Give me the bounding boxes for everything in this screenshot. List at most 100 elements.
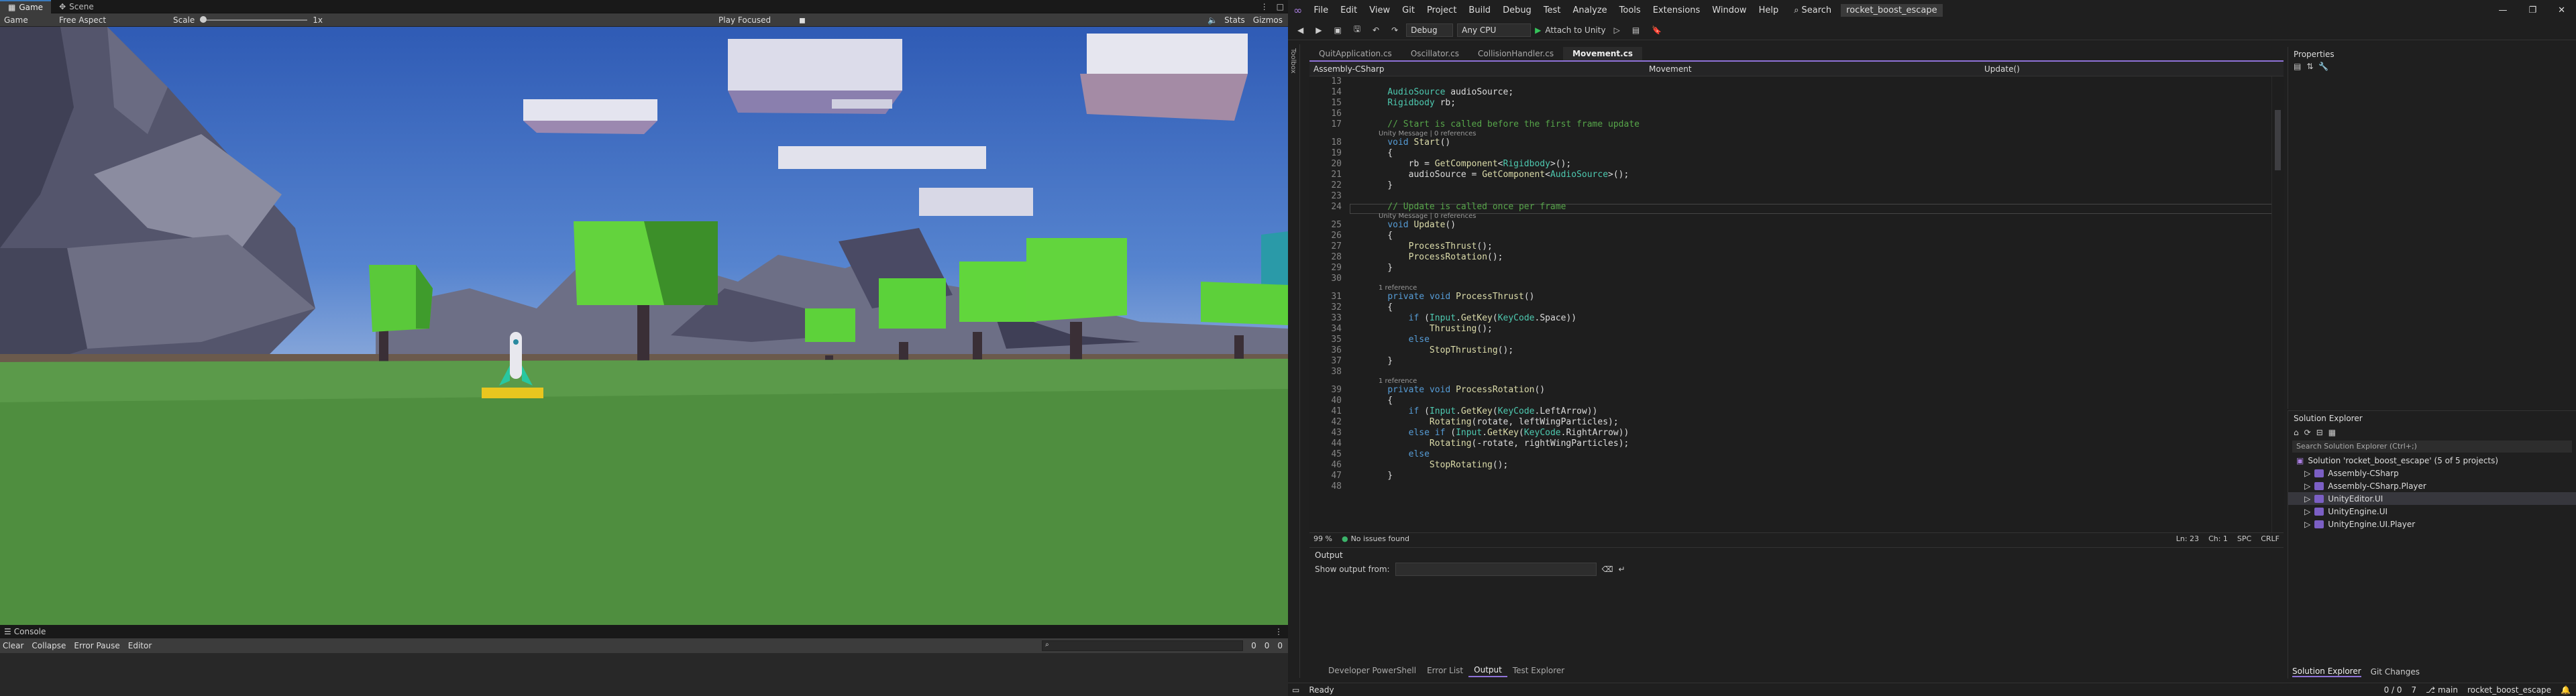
- warning-count[interactable]: 0: [1265, 641, 1270, 650]
- menu-item-file[interactable]: File: [1307, 5, 1334, 15]
- menu-item-window[interactable]: Window: [1706, 5, 1752, 15]
- run-icon[interactable]: ▶: [1535, 25, 1541, 35]
- tab-solution-explorer[interactable]: Solution Explorer: [2292, 666, 2361, 677]
- editor-dropdown[interactable]: Editor: [128, 641, 152, 650]
- codelens-hint[interactable]: 1 reference: [1379, 378, 1417, 385]
- expand-arrow-icon[interactable]: ▷: [2304, 469, 2310, 478]
- more-icon[interactable]: ⋮: [1256, 2, 1273, 11]
- codelens-hint[interactable]: 1 reference: [1379, 284, 1417, 292]
- gizmos-dropdown[interactable]: Gizmos: [1253, 15, 1283, 25]
- toolbox-rail[interactable]: Toolbox: [1288, 44, 1300, 678]
- console-log[interactable]: [0, 653, 1288, 696]
- codelens-hint[interactable]: Unity Message | 0 references: [1379, 130, 1477, 137]
- attach-button[interactable]: Attach to Unity: [1545, 25, 1605, 35]
- tab-quitapplication-cs[interactable]: QuitApplication.cs: [1309, 47, 1401, 60]
- undo-icon[interactable]: ↶: [1368, 25, 1383, 35]
- clear-button[interactable]: Clear: [3, 641, 23, 650]
- back-icon[interactable]: ◀: [1293, 25, 1307, 35]
- scrollbar-thumb[interactable]: [2275, 110, 2281, 170]
- menu-item-test[interactable]: Test: [1538, 5, 1567, 15]
- notifications-icon[interactable]: 🔔: [2561, 685, 2571, 695]
- stats-toggle[interactable]: Stats: [1224, 15, 1245, 25]
- menu-item-debug[interactable]: Debug: [1497, 5, 1538, 15]
- solution-root[interactable]: ▣ Solution 'rocket_boost_escape' (5 of 5 …: [2288, 454, 2576, 467]
- menu-item-edit[interactable]: Edit: [1334, 5, 1363, 15]
- menu-item-tools[interactable]: Tools: [1613, 5, 1647, 15]
- expand-arrow-icon[interactable]: ▷: [2304, 494, 2310, 504]
- output-source-dropdown[interactable]: [1395, 563, 1597, 576]
- play-mode-dropdown[interactable]: Play Focused: [718, 15, 792, 25]
- tab-scene[interactable]: ✥ Scene: [51, 0, 102, 13]
- tab-error-list[interactable]: Error List: [1421, 664, 1468, 677]
- save-all-icon[interactable]: 🖫: [1350, 23, 1364, 37]
- project-item[interactable]: ▷ Assembly-CSharp: [2288, 467, 2576, 479]
- line-number[interactable]: Ln: 23: [2176, 534, 2199, 543]
- issues-text[interactable]: No issues found: [1351, 534, 1409, 543]
- aspect-dropdown[interactable]: Free Aspect: [59, 15, 166, 25]
- tab-console[interactable]: Console: [14, 627, 46, 636]
- type-dropdown[interactable]: Movement: [1645, 62, 1980, 76]
- indent-mode[interactable]: SPC: [2237, 534, 2251, 543]
- branch-name[interactable]: main: [2438, 685, 2458, 695]
- menu-item-git[interactable]: Git: [1396, 5, 1421, 15]
- bookmark-icon[interactable]: 🔖: [1648, 25, 1666, 35]
- project-item[interactable]: ▷ UnityEngine.UI.Player: [2288, 518, 2576, 530]
- mute-icon[interactable]: ◼: [799, 15, 806, 25]
- error-pause-button[interactable]: Error Pause: [74, 641, 119, 650]
- search-icon[interactable]: ⌕: [1794, 5, 1799, 15]
- scale-slider-handle[interactable]: [200, 15, 207, 23]
- new-item-icon[interactable]: ▣: [1330, 25, 1345, 35]
- tab-movement-cs[interactable]: Movement.cs: [1563, 47, 1642, 60]
- editor-scrollbar[interactable]: [2271, 76, 2284, 532]
- collapse-all-icon[interactable]: ⊟: [2316, 428, 2323, 437]
- show-all-files-icon[interactable]: ▦: [2328, 428, 2336, 437]
- more-icon[interactable]: ⋮: [1275, 627, 1288, 636]
- scale-slider[interactable]: [200, 15, 308, 23]
- menu-item-view[interactable]: View: [1363, 5, 1396, 15]
- project-item[interactable]: ▷ UnityEditor.UI: [2288, 492, 2576, 505]
- word-wrap-icon[interactable]: ↵: [1619, 565, 1625, 574]
- platform-dropdown[interactable]: Any CPU: [1457, 23, 1532, 37]
- audio-icon[interactable]: 🔈: [1208, 15, 1218, 25]
- solution-search-input[interactable]: Search Solution Explorer (Ctrl+;): [2292, 441, 2572, 453]
- expand-arrow-icon[interactable]: ▷: [2304, 507, 2310, 516]
- line-ending[interactable]: CRLF: [2261, 534, 2279, 543]
- tab-game[interactable]: ▦ Game: [0, 0, 52, 13]
- lines-count[interactable]: 0 / 0: [2384, 685, 2402, 695]
- game-viewport[interactable]: [0, 27, 1288, 625]
- repo-name[interactable]: rocket_boost_escape: [2467, 685, 2551, 695]
- forward-icon[interactable]: ▶: [1311, 25, 1326, 35]
- menu-item-build[interactable]: Build: [1462, 5, 1497, 15]
- close-icon[interactable]: ✕: [2547, 5, 2576, 15]
- collapse-button[interactable]: Collapse: [32, 641, 66, 650]
- expand-arrow-icon[interactable]: ▷: [2304, 481, 2310, 491]
- project-dropdown[interactable]: Assembly-CSharp: [1309, 62, 1645, 76]
- layout-icon[interactable]: ▤: [1628, 25, 1644, 35]
- sync-icon[interactable]: ⟳: [2304, 428, 2311, 437]
- categorized-icon[interactable]: ▤: [2294, 62, 2301, 71]
- home-icon[interactable]: ⌂: [2294, 428, 2299, 437]
- info-count[interactable]: 0: [1251, 641, 1256, 650]
- code-editor[interactable]: 13 14 AudioSource audioSource; 15 Rigidbod…: [1309, 76, 2284, 532]
- tab-oscillator-cs[interactable]: Oscillator.cs: [1401, 47, 1468, 60]
- menu-item-project[interactable]: Project: [1421, 5, 1462, 15]
- menu-item-analyze[interactable]: Analyze: [1566, 5, 1613, 15]
- pencil-count[interactable]: 7: [2412, 685, 2417, 695]
- tab-collisionhandler-cs[interactable]: CollisionHandler.cs: [1468, 47, 1563, 60]
- run-without-debug-icon[interactable]: ▷: [1610, 25, 1624, 35]
- menu-item-extensions[interactable]: Extensions: [1647, 5, 1707, 15]
- display-dropdown[interactable]: Game: [0, 15, 59, 25]
- project-item[interactable]: ▷ UnityEngine.UI: [2288, 505, 2576, 518]
- minimize-icon[interactable]: —: [2487, 5, 2518, 15]
- search-button[interactable]: Search: [1801, 5, 1831, 15]
- toolbox-tab[interactable]: Toolbox: [1288, 44, 1298, 78]
- project-item[interactable]: ▷ Assembly-CSharp.Player: [2288, 479, 2576, 492]
- restore-icon[interactable]: ❐: [2518, 5, 2547, 15]
- configuration-dropdown[interactable]: Debug: [1406, 23, 1454, 37]
- codelens-hint[interactable]: Unity Message | 0 references: [1379, 213, 1477, 220]
- alphabetical-icon[interactable]: ⇅: [2306, 62, 2313, 71]
- zoom-level[interactable]: 99 %: [1313, 534, 1332, 543]
- clear-output-icon[interactable]: ⌫: [1602, 565, 1613, 574]
- tab-git-changes[interactable]: Git Changes: [2371, 667, 2420, 677]
- redo-icon[interactable]: ↷: [1387, 25, 1402, 35]
